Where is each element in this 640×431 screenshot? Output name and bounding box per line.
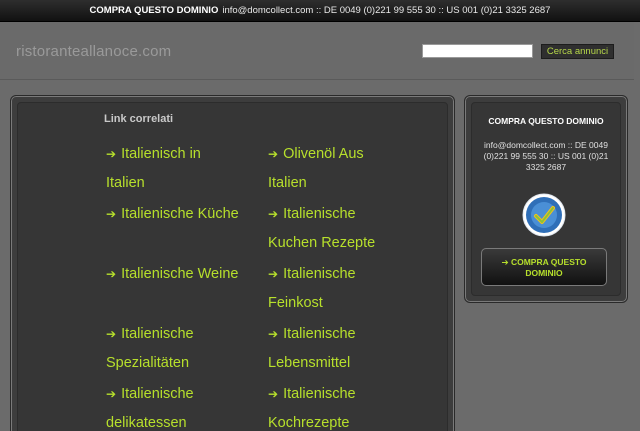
arrow-right-icon: ➔	[268, 327, 279, 341]
arrow-right-icon: ➔	[106, 267, 117, 281]
safe-secure-seal-icon[interactable]	[521, 192, 567, 238]
search-button[interactable]: Cerca annunci	[541, 44, 614, 59]
buy-domain-title: COMPRA QUESTO DOMINIO	[488, 116, 604, 126]
arrow-right-icon: ➔	[106, 147, 117, 161]
site-title[interactable]: ristoranteallanoce.com	[16, 43, 171, 60]
arrow-right-icon: ➔	[268, 147, 279, 161]
related-link[interactable]: ➔ Italienische Kuchen Rezepte	[268, 200, 428, 260]
arrow-right-icon: ➔	[106, 387, 117, 401]
related-link[interactable]: ➔ Italienische Spezialitäten	[106, 320, 266, 380]
related-link[interactable]: ➔ Italienische Küche	[106, 200, 266, 260]
related-link[interactable]: ➔ Italienische delikatessen	[106, 380, 266, 431]
search-input[interactable]	[422, 44, 533, 58]
related-link[interactable]: ➔ Italienisch in Italien	[106, 140, 266, 200]
related-links-column-2: ➔ Olivenöl Aus Italien ➔ Italienische Kuchen…	[268, 140, 428, 431]
related-links-column-1: ➔ Italienisch in Italien ➔ Italienische Küc…	[106, 140, 266, 431]
arrow-right-icon: ➔	[106, 327, 117, 341]
related-link[interactable]: ➔ Italienische Lebensmittel	[268, 320, 428, 380]
arrow-right-icon: ➔	[268, 207, 279, 221]
arrow-right-icon: ➔	[268, 387, 279, 401]
related-link[interactable]: ➔ Italienische Feinkost	[268, 260, 428, 320]
top-bar: COMPRA QUESTO DOMINIO info@domcollect.com…	[0, 0, 640, 22]
top-bar-contact: info@domcollect.com :: DE 0049 (0)221 99…	[222, 5, 551, 16]
scrollbar[interactable]	[634, 22, 640, 431]
buy-domain-contact: info@domcollect.com :: DE 0049 (0)221 99…	[483, 140, 609, 172]
top-bar-brand[interactable]: COMPRA QUESTO DOMINIO	[90, 5, 219, 16]
arrow-right-icon: ➔	[501, 257, 509, 267]
related-links-heading: Link correlati	[104, 113, 174, 125]
related-link[interactable]: ➔ Italienische Weine	[106, 260, 266, 320]
header: ristoranteallanoce.com Cerca annunci	[0, 22, 640, 80]
buy-domain-button[interactable]: ➔ COMPRA QUESTO DOMINIO	[481, 248, 607, 286]
arrow-right-icon: ➔	[268, 267, 279, 281]
related-link[interactable]: ➔ Italienische Kochrezepte	[268, 380, 428, 431]
arrow-right-icon: ➔	[106, 207, 117, 221]
related-link[interactable]: ➔ Olivenöl Aus Italien	[268, 140, 428, 200]
